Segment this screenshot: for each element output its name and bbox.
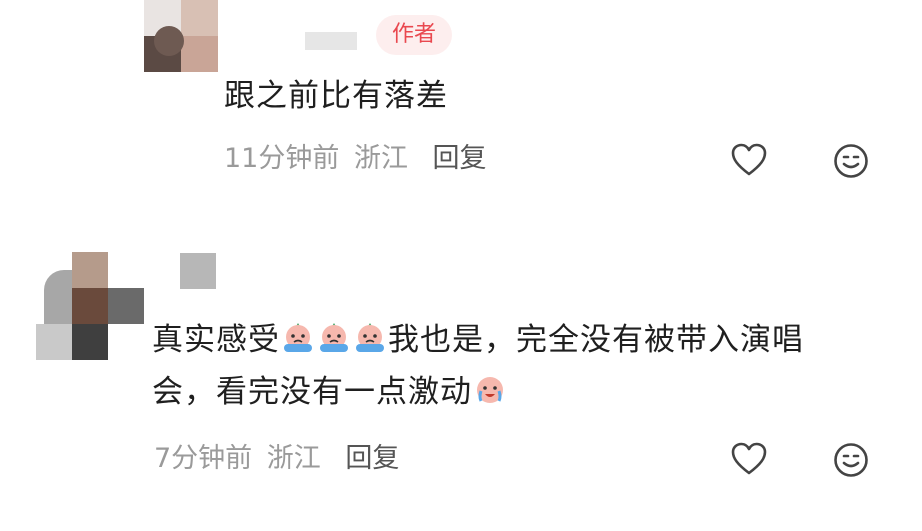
crying-peach-emoji [316,320,352,356]
comment-text: 跟之前比有落差 [224,78,448,114]
heart-outline-icon[interactable] [729,439,769,479]
username-blurred[interactable] [180,253,216,289]
avatar[interactable] [144,0,218,72]
location: 浙江 [353,143,408,174]
timestamp: 11分钟前 [224,143,340,174]
crying-peach-emoji [280,320,316,356]
location: 浙江 [266,443,321,474]
comment-text: 真实感受 我也是，完全没有被带入演唱 会，看完没有一点激动 [152,314,804,418]
reply-button[interactable]: 回复 [345,443,399,474]
heart-outline-icon[interactable] [729,140,769,180]
author-badge: 作者 [376,15,452,55]
text-segment: 真实感受 [152,322,280,358]
smile-face-icon[interactable] [831,440,871,480]
crying-peach-emoji [352,320,388,356]
comment-meta: 7分钟前 浙江 回复 [154,439,399,479]
comment-line-1: 真实感受 我也是，完全没有被带入演唱 [152,314,804,366]
timestamp: 7分钟前 [154,443,253,474]
reply-button[interactable]: 回复 [433,143,487,174]
avatar[interactable] [36,252,146,362]
smile-face-icon[interactable] [831,141,871,181]
comment-meta: 11分钟前 浙江 回复 [224,139,487,179]
username-blurred[interactable] [305,32,357,50]
crying-peach-emoji [472,372,508,408]
comment-line-2: 会，看完没有一点激动 [152,366,804,418]
text-segment: 我也是，完全没有被带入演唱 [388,322,804,358]
text-segment: 会，看完没有一点激动 [152,374,472,410]
